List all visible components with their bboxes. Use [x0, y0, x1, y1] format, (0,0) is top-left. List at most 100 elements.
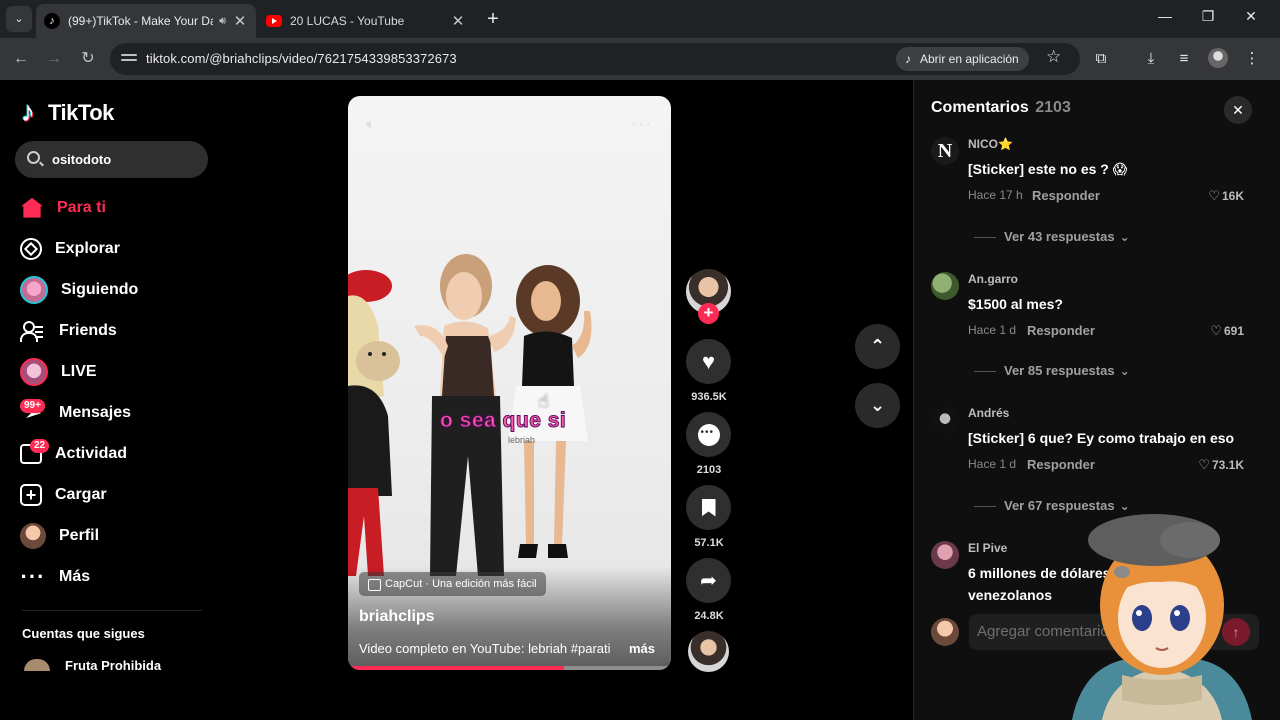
followed-account-avatar[interactable]	[24, 659, 50, 671]
reload-icon[interactable]: ↻	[77, 48, 99, 70]
nav-label: Cargar	[55, 486, 107, 503]
browser-menu-icon[interactable]: ⋮	[1242, 49, 1262, 69]
search-icon[interactable]	[27, 151, 40, 164]
followed-account-name[interactable]: Fruta Prohibida	[65, 658, 161, 673]
nav-item-friends[interactable]: Friends	[20, 317, 117, 345]
tab-search-button[interactable]: ⌄	[6, 6, 32, 32]
comment-username[interactable]: Andrés	[968, 406, 1009, 420]
nav-item-siguiendo[interactable]: Siguiendo	[20, 276, 138, 304]
video-description-more-link[interactable]: más	[629, 641, 655, 656]
share-count: 24.8K	[694, 610, 724, 622]
sound-disc-icon[interactable]	[688, 631, 729, 672]
video-progress-fill	[348, 666, 565, 670]
share-button[interactable]: ➦	[686, 558, 731, 603]
media-queue-icon[interactable]: ≡	[1174, 49, 1194, 69]
nav-item-cargar[interactable]: + Cargar	[20, 481, 107, 509]
browser-profile-avatar[interactable]	[1208, 48, 1228, 68]
site-settings-icon[interactable]	[121, 51, 137, 67]
comment-username[interactable]: El Pive	[968, 541, 1007, 555]
comments-header: Comentarios 2103	[931, 99, 1071, 117]
forward-arrow-icon[interactable]: →	[43, 48, 65, 70]
tab-youtube[interactable]: 20 LUCAS - YouTube ✕	[258, 4, 474, 38]
upload-plus-icon: +	[20, 484, 42, 506]
download-icon[interactable]: ⤓	[1141, 49, 1161, 69]
comment-avatar[interactable]	[931, 272, 959, 300]
tab-tiktok[interactable]: ♪ (99+)TikTok - Make Your Day 🔊︎ ✕	[36, 4, 256, 38]
following-avatar-icon	[20, 276, 48, 304]
comment-button[interactable]	[686, 412, 731, 457]
close-tab-icon[interactable]: ✕	[232, 12, 248, 30]
video-description: Video completo en YouTube: lebriah #para…	[359, 641, 611, 656]
back-arrow-icon[interactable]: ←	[10, 48, 32, 70]
my-avatar	[931, 618, 959, 646]
reply-button[interactable]: Responder	[1027, 323, 1095, 338]
extensions-icon[interactable]: ⧉	[1091, 49, 1111, 69]
follow-plus-button[interactable]: +	[698, 303, 719, 324]
nav-item-para-ti[interactable]: Para ti	[20, 194, 106, 222]
video-more-options-icon[interactable]: ···	[631, 116, 653, 134]
volume-icon[interactable]: 🔈︎	[366, 116, 384, 134]
previous-video-button[interactable]: ⌃	[855, 324, 900, 369]
close-comments-icon[interactable]: ✕	[1224, 96, 1252, 124]
close-tab-icon[interactable]: ✕	[450, 12, 466, 30]
tiktok-logo[interactable]: TikTok	[21, 96, 114, 128]
comment-text: [Sticker] 6 que? Ey como trabajo en eso	[968, 430, 1235, 446]
comments-panel: Comentarios 2103 ✕ N NICO⭐ [Sticker] est…	[913, 80, 1280, 720]
comment-username[interactable]: NICO⭐	[968, 137, 1013, 151]
address-bar[interactable]: tiktok.com/@briahclips/video/76217543398…	[110, 43, 1080, 75]
url-text[interactable]: tiktok.com/@briahclips/video/76217543398…	[146, 51, 457, 66]
video-subtitle: o sea que si	[439, 409, 567, 433]
open-in-app-button[interactable]: Abrir en aplicación	[896, 47, 1029, 71]
nav-label: Mensajes	[59, 404, 132, 421]
save-button[interactable]	[686, 485, 731, 530]
nav-item-live[interactable]: LIVE	[20, 358, 97, 386]
comment-avatar[interactable]: N	[931, 137, 959, 165]
next-video-button[interactable]: ⌄	[855, 383, 900, 428]
nav-item-mas[interactable]: ··· Más	[20, 563, 91, 591]
new-tab-button[interactable]: +	[482, 8, 504, 30]
comment-like-count[interactable]: 691	[1210, 323, 1244, 339]
nav-label: Siguiendo	[61, 281, 139, 298]
view-replies-button[interactable]: Ver 67 respuestas	[974, 498, 1130, 513]
comment-like-count[interactable]: 73.1K	[1198, 457, 1244, 473]
profile-avatar-icon	[20, 523, 46, 549]
reply-button[interactable]: Responder	[1032, 188, 1100, 203]
comment-time: Hace 1 d	[968, 323, 1017, 337]
comment-avatar[interactable]	[931, 541, 959, 569]
close-window-icon[interactable]: ✕	[1236, 8, 1266, 25]
home-icon	[20, 197, 44, 218]
video-player[interactable]: 🔈︎ ··· o sea que si lebriah CapCut · Una…	[348, 96, 671, 670]
search-input[interactable]: ositodoto	[15, 141, 208, 178]
video-author[interactable]: briahclips	[359, 608, 435, 626]
nav-item-explorar[interactable]: Explorar	[20, 235, 120, 263]
minimize-icon[interactable]: —	[1150, 8, 1180, 24]
live-avatar-icon	[20, 358, 48, 386]
speaker-icon[interactable]: 🔊︎	[219, 15, 226, 28]
like-button[interactable]: ♥	[686, 339, 731, 384]
reply-button[interactable]: Responder	[1027, 457, 1095, 472]
video-progress-bar[interactable]	[348, 666, 671, 670]
nav-label: Perfil	[59, 527, 100, 544]
browser-tab-bar: ⌄ ♪ (99+)TikTok - Make Your Day 🔊︎ ✕ 20 …	[0, 0, 1280, 38]
tab-title: 20 LUCAS - YouTube	[290, 14, 405, 28]
comment-input[interactable]: Agregar comentario...	[969, 614, 1259, 650]
bookmark-star-icon[interactable]: ☆	[1046, 47, 1061, 67]
tab-title: (99+)TikTok - Make Your Day	[68, 14, 214, 28]
nav-label: LIVE	[61, 363, 97, 380]
comment-like-count[interactable]: 16K	[1208, 188, 1244, 204]
nav-label: Explorar	[55, 240, 120, 257]
view-replies-button[interactable]: Ver 43 respuestas	[974, 229, 1130, 244]
comment-avatar[interactable]	[931, 406, 959, 434]
capcut-tag[interactable]: CapCut · Una edición más fácil	[359, 572, 546, 596]
comment-text-line2: venezolanos	[968, 587, 1053, 601]
nav-label: Friends	[59, 322, 117, 339]
send-comment-icon[interactable]: ↑	[1222, 618, 1250, 646]
search-value: ositodoto	[52, 152, 112, 167]
nav-item-perfil[interactable]: Perfil	[20, 522, 99, 550]
view-replies-button[interactable]: Ver 85 respuestas	[974, 363, 1130, 378]
nav-label: Actividad	[55, 445, 128, 462]
comment-username[interactable]: An.garro	[968, 272, 1018, 286]
following-accounts-title: Cuentas que sigues	[22, 626, 145, 641]
nav-divider	[22, 610, 202, 611]
restore-icon[interactable]: ❐	[1193, 8, 1223, 25]
